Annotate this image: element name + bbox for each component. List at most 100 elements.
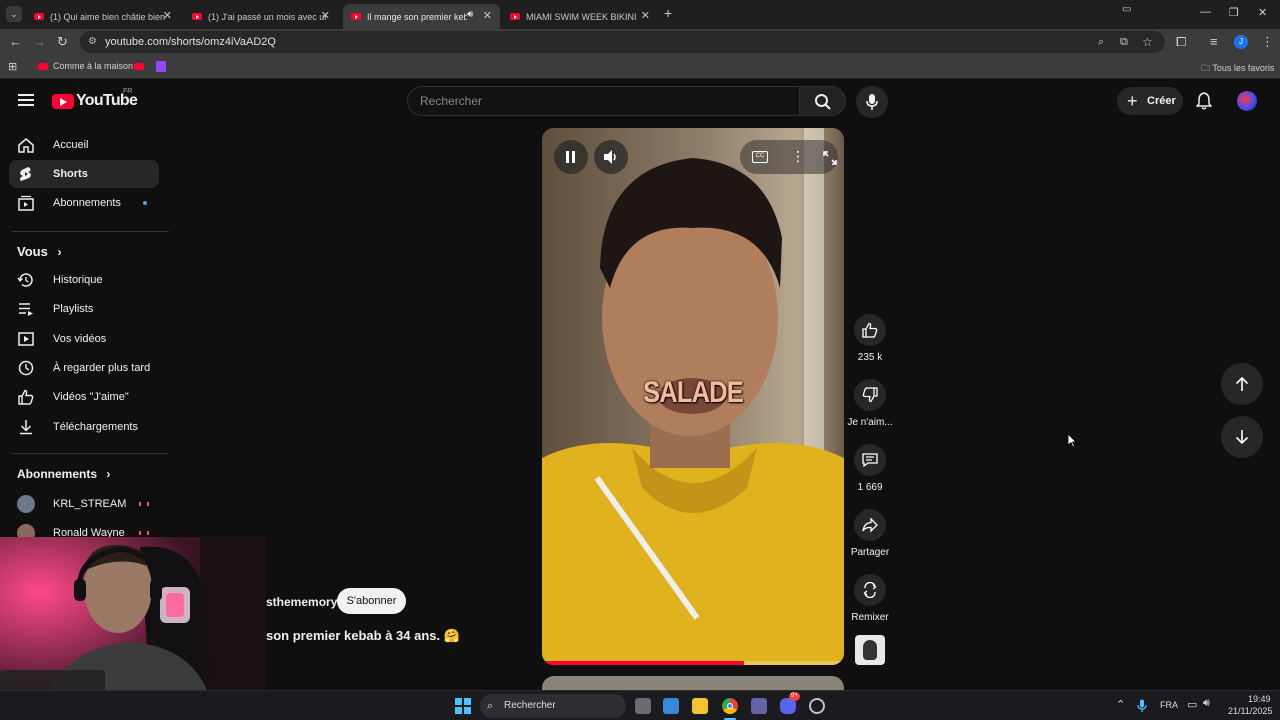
browser-tab-strip: ⌄ (1) Qui aime bien châtie bien q ✕ (1) … — [0, 0, 1280, 29]
short-title: son premier kebab à 34 ans. 🤗 — [266, 628, 460, 643]
browser-tab-4[interactable]: MIAMI SWIM WEEK BIKINI TAK ✕ — [502, 4, 658, 29]
create-button[interactable]: + Créer — [1117, 87, 1183, 115]
like-count: 235 k — [857, 352, 883, 363]
browser-tab-2[interactable]: (1) J'ai passé un mois avec un c ✕ — [184, 4, 338, 29]
extensions-icon[interactable]: ⧠ — [1176, 34, 1186, 50]
sidebar-item-subscriptions[interactable]: Abonnements — [9, 189, 159, 217]
remix-action[interactable]: Remixer — [847, 574, 893, 623]
store-icon[interactable] — [663, 698, 679, 714]
chrome-icon[interactable] — [722, 698, 738, 714]
search-button[interactable] — [800, 86, 846, 116]
pause-button[interactable] — [554, 140, 588, 174]
reload-icon[interactable]: ↻ — [57, 34, 68, 50]
discord-icon[interactable]: 9+ — [780, 692, 800, 714]
comment-icon — [862, 453, 878, 468]
sidebar-item-playlists[interactable]: Playlists — [9, 295, 159, 323]
share-button[interactable] — [854, 509, 886, 541]
file-explorer-icon[interactable] — [692, 698, 708, 714]
all-bookmarks-folder[interactable]: 🗀︎ Tous les favoris — [1201, 61, 1274, 77]
sidebar-item-history[interactable]: Historique — [9, 266, 159, 294]
thumbs-down-icon — [862, 387, 878, 403]
close-window-button[interactable]: ✕ — [1258, 6, 1267, 19]
app-icon[interactable] — [809, 698, 825, 714]
language-indicator[interactable]: FRA — [1160, 700, 1178, 710]
restore-button[interactable]: ❐ — [1229, 6, 1239, 19]
more-options-icon[interactable]: ⋮ — [791, 148, 805, 165]
chevron-right-icon: › — [57, 245, 62, 259]
sidebar-item-your-videos[interactable]: Vos vidéos — [9, 325, 159, 353]
bookmark-comme-a-la-maison[interactable]: Comme à la maison — [38, 61, 133, 71]
fullscreen-icon[interactable] — [822, 150, 838, 166]
dislike-action[interactable]: Je n'aim... — [847, 379, 893, 428]
search-input[interactable]: Rechercher — [407, 86, 800, 116]
apps-grid-icon[interactable]: ⊞ — [8, 60, 17, 73]
region-code: FR — [123, 88, 133, 95]
taskbar-search[interactable]: ⌕ Rechercher — [480, 694, 626, 718]
close-tab-icon[interactable]: ✕ — [483, 9, 492, 22]
comments-button[interactable] — [854, 444, 886, 476]
voice-search-button[interactable] — [856, 86, 888, 118]
address-bar[interactable]: ⚙ youtube.com/shorts/omz4iVaAD2Q ⌕ ⧉ ☆ — [80, 31, 1165, 53]
show-hidden-icons[interactable]: ⌃ — [1116, 698, 1125, 711]
sidebar-divider — [12, 231, 169, 232]
zoom-icon[interactable]: ⌕ — [1098, 31, 1104, 53]
sidebar-item-liked-videos[interactable]: Vidéos "J'aime" — [9, 383, 159, 411]
you-section-title[interactable]: Vous › — [17, 244, 61, 259]
media-controls-icon[interactable]: ≡ — [1210, 34, 1218, 50]
tab-search-button[interactable]: ⌄ — [6, 6, 22, 22]
close-tab-icon[interactable]: ✕ — [641, 9, 650, 22]
like-action[interactable]: 235 k — [847, 314, 893, 363]
close-tab-icon[interactable]: ✕ — [163, 9, 172, 22]
volume-icon[interactable]: 🔊︎ — [1203, 697, 1210, 710]
guide-menu-icon[interactable] — [18, 94, 34, 106]
clock-date[interactable]: 21/11/2025 — [1228, 706, 1272, 716]
channel-name[interactable]: sthememory — [266, 595, 337, 609]
site-info-icon[interactable]: ⚙ — [88, 31, 97, 53]
microphone-icon[interactable] — [1137, 699, 1147, 713]
next-short-button[interactable] — [1221, 416, 1263, 458]
sidebar-item-shorts[interactable]: Shorts — [9, 160, 159, 188]
chrome-menu-icon[interactable]: ⋮ — [1261, 34, 1274, 50]
close-tab-icon[interactable]: ✕ — [321, 9, 330, 22]
sound-thumbnail[interactable] — [855, 635, 885, 665]
subscriptions-section-title[interactable]: Abonnements › — [17, 467, 110, 481]
new-tab-button[interactable]: + — [664, 5, 672, 21]
volume-button[interactable] — [594, 140, 628, 174]
share-icon — [862, 517, 878, 533]
next-short-peek[interactable] — [542, 676, 844, 690]
dislike-button[interactable] — [854, 379, 886, 411]
like-button[interactable] — [854, 314, 886, 346]
subscribe-button[interactable]: S'abonner — [337, 588, 406, 614]
remix-button[interactable] — [854, 574, 886, 606]
browser-tab-1[interactable]: (1) Qui aime bien châtie bien q ✕ — [26, 4, 180, 29]
sidebar-item-home[interactable]: Accueil — [9, 131, 159, 159]
sidebar-item-downloads[interactable]: Téléchargements — [9, 413, 159, 441]
bookmark-star-icon[interactable]: ☆ — [1142, 31, 1153, 53]
cast-icon[interactable]: ▭ — [1122, 4, 1131, 15]
subscription-channel-krl-stream[interactable]: KRL_STREAM — [9, 490, 159, 518]
windows-start-icon[interactable] — [455, 698, 471, 714]
clock-time[interactable]: 19:49 — [1248, 694, 1271, 704]
progress-track[interactable] — [542, 661, 844, 665]
teams-icon[interactable] — [751, 698, 767, 714]
account-avatar[interactable] — [1237, 91, 1257, 111]
speaker-icon[interactable]: 🔊︎ — [467, 9, 473, 20]
install-icon[interactable]: ⧉ — [1120, 31, 1128, 53]
share-action[interactable]: Partager — [847, 509, 893, 558]
minimize-button[interactable]: — — [1200, 6, 1211, 18]
back-icon[interactable]: ← — [9, 34, 22, 50]
youtube-bookmark-icon[interactable] — [134, 63, 144, 70]
previous-short-button[interactable] — [1221, 363, 1263, 405]
browser-tab-3-active[interactable]: Il mange son premier kebab 🔊︎ ✕ — [343, 4, 500, 29]
task-view-icon[interactable] — [635, 698, 651, 714]
profile-avatar[interactable]: J — [1234, 35, 1248, 49]
short-video-player[interactable]: CC ⋮ SALADE — [542, 128, 844, 665]
twitch-bookmark-icon[interactable] — [156, 61, 166, 72]
network-icon[interactable]: ▭ — [1187, 698, 1197, 711]
youtube-favicon-icon — [510, 13, 520, 20]
notifications-bell-icon[interactable] — [1196, 92, 1212, 110]
captions-button[interactable]: CC — [752, 151, 768, 163]
forward-icon[interactable]: → — [33, 34, 46, 50]
comments-action[interactable]: 1 669 — [847, 444, 893, 493]
sidebar-item-watch-later[interactable]: À regarder plus tard — [9, 354, 159, 382]
